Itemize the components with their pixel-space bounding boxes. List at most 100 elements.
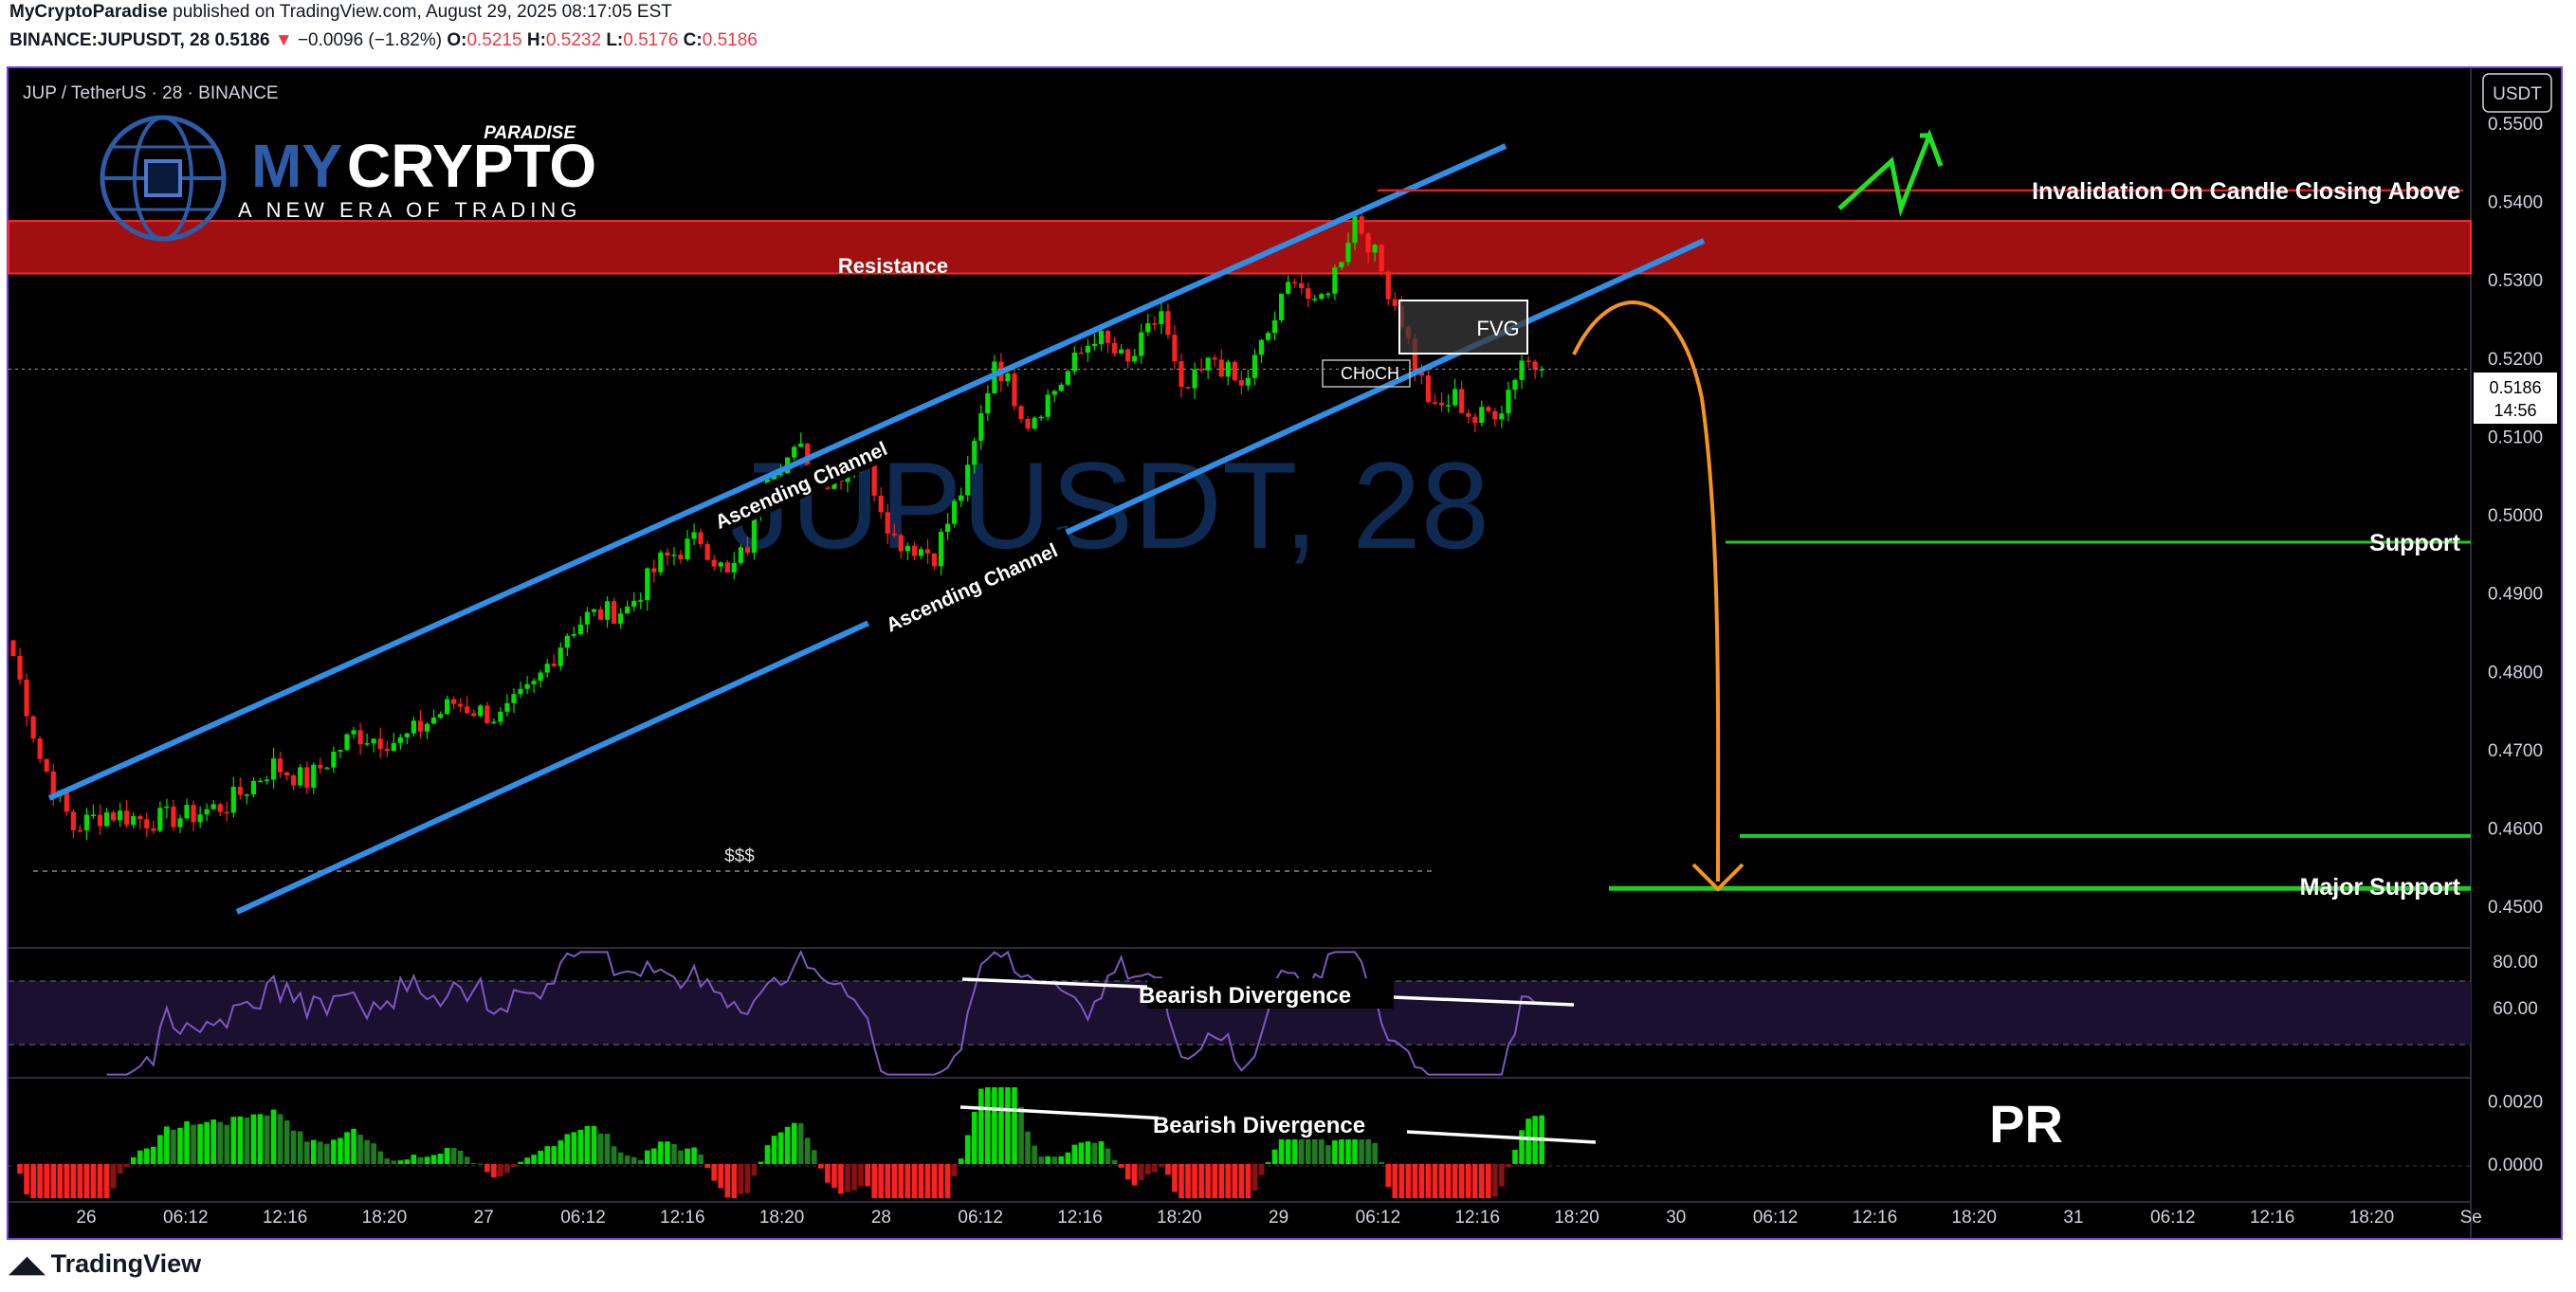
last-price-tag: 0.5186 14:56 [2474,373,2557,424]
currency-label: USDT [2493,84,2542,104]
candle-body-down [171,806,176,828]
candle-body-up [604,601,611,620]
candle-body-up [918,549,924,556]
candle-body-down [111,812,117,821]
macd-bar [1185,1164,1191,1198]
candle-body-up [798,443,804,447]
macd-bar [364,1139,370,1164]
macd-bar [538,1150,543,1164]
chart-canvas[interactable]: Resistance JUPUSDT, 28 Ascending Channel… [0,0,2576,1292]
candle-body-up [1372,245,1378,253]
time-axis[interactable]: 26 06:12 12:16 18:20 27 06:12 12:16 18:20 28 06:1… [76,1208,2481,1228]
macd-bar [971,1111,977,1164]
time-tick-label: 18:20 [2349,1208,2395,1228]
macd-bar [591,1125,597,1164]
candle-body-up [210,804,216,810]
macd-bar [250,1114,257,1164]
macd-bar [584,1125,591,1164]
macd-bar [577,1129,584,1164]
candle-body-down [304,767,310,788]
macd-bar [1071,1144,1078,1164]
macd-bar [184,1120,190,1164]
candle-body-up [1058,384,1064,391]
macd-bar [1212,1164,1217,1198]
candle-body-up [1286,282,1291,294]
candle-body-up [391,742,396,752]
macd-bar [604,1134,611,1164]
candle-body-up [397,737,403,743]
price-tick-label: 0.4500 [2488,898,2543,918]
time-tick-label: 12:16 [263,1208,308,1228]
macd-bar [450,1148,457,1164]
macd-bar [777,1132,784,1164]
macd-bar [698,1154,703,1164]
candle-body-up [544,664,550,673]
candle-body-down [898,535,904,552]
candle-body-up [531,681,537,684]
candle-body-up [985,392,991,414]
macd-bar [437,1154,444,1164]
macd-bar [311,1139,317,1164]
candle-body-up [1271,319,1278,334]
candle-body-up [792,446,797,458]
macd-bar [1245,1164,1251,1198]
macd-bar [191,1124,196,1164]
price-tick-label: 0.5200 [2488,350,2543,370]
candle-body-up [1506,390,1511,414]
candle-body-down [1112,342,1118,354]
macd-bar [57,1164,64,1198]
candle-body-up [1312,299,1318,300]
macd-bar [1265,1162,1271,1164]
macd-bar [277,1114,283,1164]
candle-body-up [591,609,597,612]
macd-bar [904,1164,911,1198]
macd-bar [417,1156,424,1164]
macd-bar [244,1118,250,1164]
candle-body-up [685,538,690,560]
candle-body-down [1459,389,1465,413]
macd-bar [571,1132,577,1164]
candle-body-down [417,720,424,732]
candle-body-down [1292,282,1298,284]
macd-divergence-label: Bearish Divergence [1153,1113,1365,1138]
liquidity-label: $$$ [724,846,755,866]
macd-bar [797,1122,804,1164]
candle-body-down [217,804,223,812]
macd-bar [151,1146,156,1164]
chart-symbol-label: JUP / TetherUS · 28 · BINANCE [23,83,279,103]
candle-body-up [1345,243,1351,263]
macd-bar [484,1164,490,1173]
support-label: Support [2369,530,2460,556]
macd-bar [845,1164,850,1192]
macd-bar [1492,1164,1498,1197]
candle-body-down [451,699,457,704]
candle-body-down [1018,406,1024,420]
macd-bar [324,1143,330,1164]
candle-body-down [871,462,877,496]
candle-body-down [1532,361,1538,370]
candle-body-up [164,806,170,809]
macd-bar [371,1143,376,1164]
tradingview-footer[interactable]: ◢◣ TradingView [9,1249,201,1279]
macd-bar [171,1129,176,1164]
macd-tick-label: 0.0000 [2488,1156,2543,1175]
macd-bar [671,1143,677,1164]
candle-body-up [631,600,637,607]
candle-body-up [1119,349,1124,354]
macd-bar [511,1164,517,1168]
candle-body-up [1091,344,1098,346]
macd-layer [17,1087,1544,1198]
price-axis[interactable]: 0.4500 0.4600 0.4700 0.4800 0.4900 0.5000 0.51… [2488,115,2543,918]
macd-bar [878,1164,884,1198]
candle-body-up [571,634,576,636]
candle-body-up [1032,417,1037,429]
candle-body-up [1139,332,1144,356]
macd-bar [718,1164,724,1189]
macd-bar [357,1135,363,1164]
macd-bar [812,1150,817,1164]
candle-body-down [651,568,657,573]
time-tick-label: 06:12 [2150,1208,2196,1228]
macd-bar [978,1088,984,1164]
macd-bar [237,1116,244,1164]
macd-bar [1225,1164,1232,1198]
